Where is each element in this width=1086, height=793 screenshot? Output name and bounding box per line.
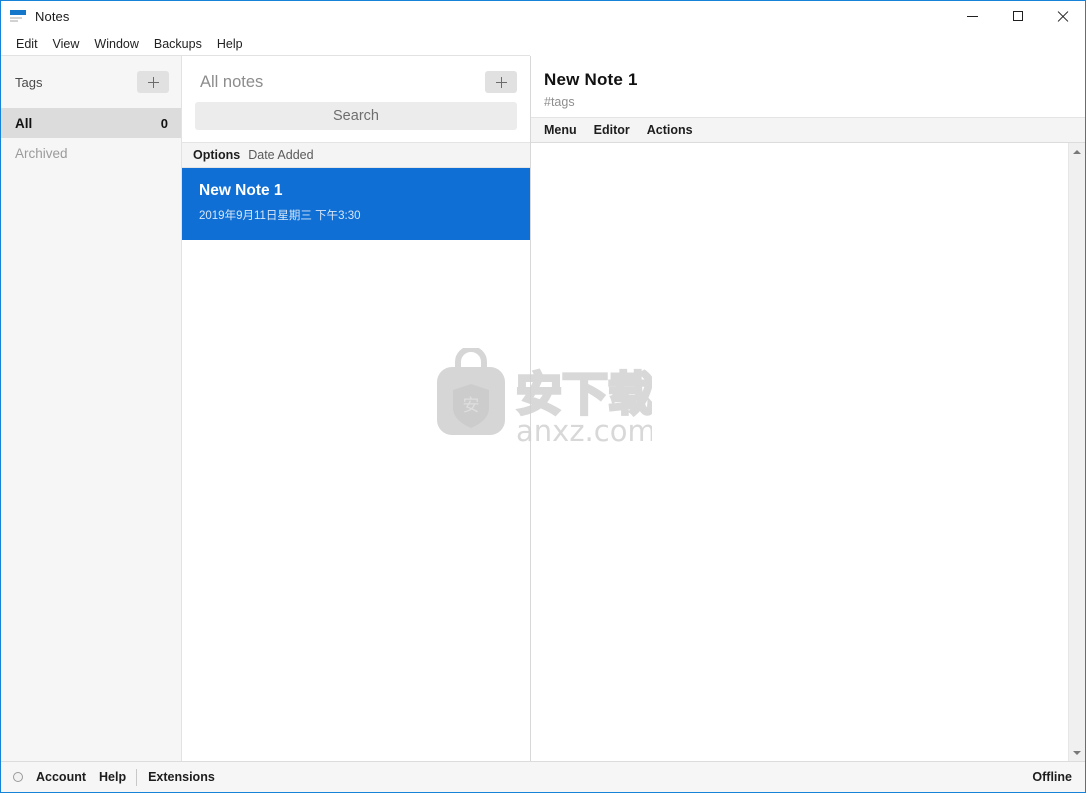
status-help-button[interactable]: Help bbox=[99, 770, 126, 784]
search-input[interactable]: Search bbox=[195, 102, 517, 130]
search-placeholder: Search bbox=[333, 108, 379, 124]
status-bar-left: Account Help bbox=[13, 770, 126, 784]
tags-header-label: Tags bbox=[15, 74, 43, 90]
editor-pane: New Note 1 #tags Menu Editor Actions bbox=[531, 56, 1085, 761]
window-title: Notes bbox=[35, 8, 70, 24]
plus-icon bbox=[147, 76, 159, 88]
sort-order-label[interactable]: Date Added bbox=[248, 148, 313, 162]
minimize-icon bbox=[967, 15, 978, 17]
minimize-button[interactable] bbox=[950, 1, 995, 31]
note-list-title: All notes bbox=[200, 72, 264, 91]
sidebar-item-label: All bbox=[15, 115, 33, 131]
close-button[interactable] bbox=[1040, 1, 1085, 31]
account-button[interactable]: Account bbox=[36, 770, 86, 784]
triangle-up-icon bbox=[1073, 149, 1081, 154]
menu-backups[interactable]: Backups bbox=[147, 35, 210, 53]
sidebar-item-label: Archived bbox=[15, 145, 68, 161]
status-divider bbox=[136, 768, 138, 786]
options-button[interactable]: Options bbox=[193, 148, 240, 162]
menu-help[interactable]: Help bbox=[210, 35, 251, 53]
extensions-button[interactable]: Extensions bbox=[148, 770, 215, 784]
window-controls bbox=[950, 1, 1085, 31]
note-list-item[interactable]: New Note 1 2019年9月11日星期三 下午3:30 bbox=[182, 168, 530, 240]
scrollbar-down-button[interactable] bbox=[1069, 744, 1086, 761]
close-icon bbox=[1057, 11, 1068, 22]
menu-edit[interactable]: Edit bbox=[9, 35, 46, 53]
editor-scrollbar[interactable] bbox=[1068, 143, 1085, 761]
add-note-button[interactable] bbox=[485, 71, 517, 93]
editor-toolbar: Menu Editor Actions bbox=[531, 118, 1085, 143]
toolbar-editor-button[interactable]: Editor bbox=[594, 123, 630, 137]
note-item-date: 2019年9月11日星期三 下午3:30 bbox=[199, 210, 361, 222]
note-items-container: New Note 1 2019年9月11日星期三 下午3:30 bbox=[182, 168, 530, 761]
connection-status: Offline bbox=[1032, 770, 1072, 784]
tags-sidebar: Tags All 0 Archived bbox=[1, 56, 182, 761]
sidebar-item-all[interactable]: All 0 bbox=[1, 108, 181, 138]
maximize-button[interactable] bbox=[995, 1, 1040, 31]
tags-header: Tags bbox=[1, 56, 181, 108]
note-list-title-row: All notes bbox=[195, 56, 517, 102]
note-list-pane: All notes Search Options Date Added New … bbox=[182, 56, 531, 761]
scrollbar-up-button[interactable] bbox=[1069, 143, 1086, 160]
note-tags-field[interactable]: #tags bbox=[544, 95, 1085, 109]
toolbar-menu-button[interactable]: Menu bbox=[544, 123, 577, 137]
note-list-options-bar: Options Date Added bbox=[182, 142, 530, 168]
editor-header: New Note 1 #tags bbox=[531, 56, 1085, 118]
menu-bar: Edit View Window Backups Help bbox=[1, 31, 1085, 56]
maximize-icon bbox=[1012, 11, 1023, 21]
circle-icon bbox=[13, 772, 23, 782]
note-content-area[interactable] bbox=[531, 143, 1068, 761]
title-bar: Notes bbox=[1, 1, 1085, 31]
app-window: Notes Edit View Window Backups Help Tags bbox=[0, 0, 1086, 793]
editor-body bbox=[531, 143, 1085, 761]
note-list-header: All notes Search bbox=[182, 56, 530, 142]
menu-view[interactable]: View bbox=[46, 35, 88, 53]
note-title-field[interactable]: New Note 1 bbox=[544, 70, 1085, 90]
sidebar-item-archived[interactable]: Archived bbox=[1, 138, 181, 168]
status-bar: Account Help Extensions Offline bbox=[1, 761, 1085, 792]
note-item-title: New Note 1 bbox=[199, 182, 283, 199]
toolbar-actions-button[interactable]: Actions bbox=[647, 123, 693, 137]
sidebar-item-count: 0 bbox=[160, 115, 168, 131]
add-tag-button[interactable] bbox=[137, 71, 169, 93]
notes-app-icon bbox=[10, 9, 26, 23]
menu-window[interactable]: Window bbox=[87, 35, 146, 53]
triangle-down-icon bbox=[1073, 750, 1081, 755]
plus-icon bbox=[495, 76, 507, 88]
main-content: Tags All 0 Archived All notes Search Opt… bbox=[1, 56, 1085, 761]
